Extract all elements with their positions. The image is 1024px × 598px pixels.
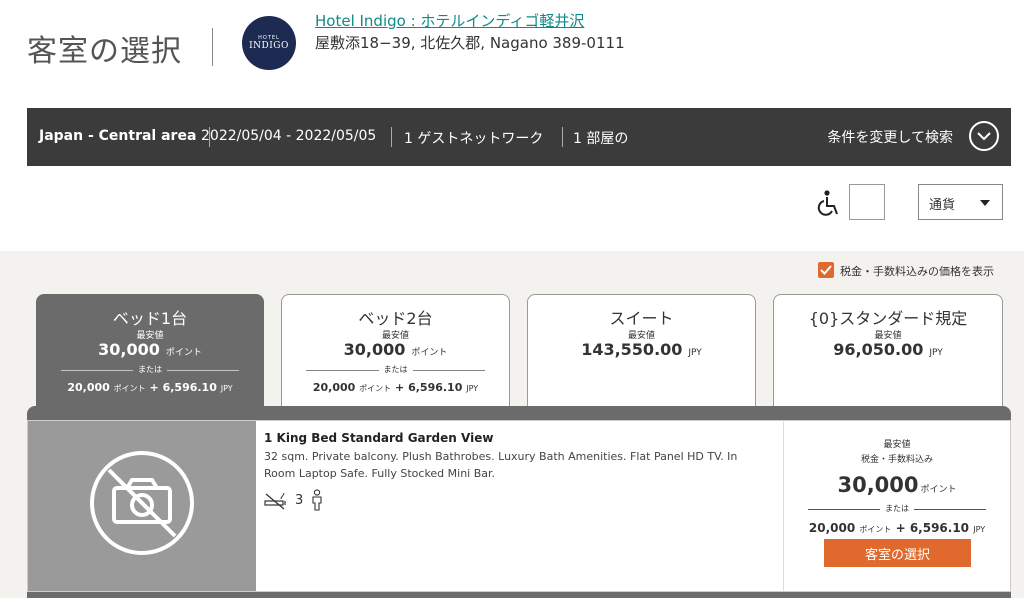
tab-name: ベッド2台 bbox=[358, 309, 433, 328]
room-price-panel: 最安値 税金・手数料込み 30,000 ポイント または 20,000 ポイント … bbox=[784, 421, 1010, 591]
chevron-down-icon bbox=[969, 121, 999, 151]
tab-price-unit: ポイント bbox=[165, 348, 202, 358]
combo-cash-unit: JPY bbox=[220, 384, 233, 393]
room-image-placeholder bbox=[28, 421, 256, 591]
tab-price-value: 30,000 bbox=[343, 340, 406, 359]
combo-points-unit: ポイント bbox=[859, 525, 892, 534]
combo-points: 20,000 bbox=[808, 521, 856, 535]
room-price-unit: ポイント bbox=[920, 485, 957, 495]
modify-search-label: 条件を変更して検索 bbox=[827, 130, 953, 146]
no-photo-icon bbox=[90, 451, 194, 555]
tab-or-divider: または bbox=[306, 364, 485, 376]
combo-points-unit: ポイント bbox=[359, 384, 392, 393]
combo-cash-unit: JPY bbox=[973, 525, 986, 534]
dropdown-arrow-icon bbox=[980, 200, 990, 206]
tax-included-label: 税金・手数料込み bbox=[860, 455, 933, 465]
hotel-logo: HOTEL INDIGO bbox=[242, 16, 296, 70]
room-title[interactable]: 1 King Bed Standard Garden View bbox=[264, 431, 493, 445]
tab-price: 30,000 ポイント bbox=[37, 340, 263, 359]
tab-or-label: または bbox=[133, 365, 167, 374]
page-title: 客室の選択 bbox=[27, 34, 182, 69]
combo-cash-unit: JPY bbox=[466, 384, 479, 393]
room-card: 1 King Bed Standard Garden View 32 sqm. … bbox=[27, 420, 1011, 592]
tab-name: ベッド1台 bbox=[112, 309, 188, 328]
search-separator bbox=[562, 127, 563, 147]
tab-combo-price: 20,000 ポイント + 6,596.10 JPY bbox=[37, 381, 263, 394]
combo-cash: 6,596.10 bbox=[162, 381, 217, 394]
currency-select[interactable]: 通貨 bbox=[918, 184, 1003, 220]
combo-cash: 6,596.10 bbox=[408, 381, 463, 394]
page-header: 客室の選択 HOTEL INDIGO Hotel Indigo : ホテルインデ… bbox=[0, 0, 1024, 100]
currency-select-value: 通貨 bbox=[929, 198, 956, 213]
tab-combo-price: 20,000 ポイント + 6,596.10 JPY bbox=[282, 381, 509, 394]
accessible-filter-checkbox[interactable] bbox=[849, 184, 885, 220]
room-info: 1 King Bed Standard Garden View 32 sqm. … bbox=[256, 421, 784, 591]
wheelchair-accessible-icon bbox=[815, 189, 841, 217]
tab-two-beds[interactable]: ベッド2台 最安値 30,000 ポイント または 20,000 ポイント + 6… bbox=[281, 294, 510, 409]
combo-plus: + bbox=[149, 381, 159, 394]
lowest-price-label: 最安値 bbox=[883, 440, 911, 450]
tab-price: 143,550.00 JPY bbox=[528, 340, 755, 359]
checked-checkbox-icon[interactable] bbox=[818, 262, 834, 278]
select-room-button[interactable]: 客室の選択 bbox=[824, 539, 971, 567]
room-price-value: 30,000 bbox=[837, 473, 919, 497]
tab-price: 96,050.00 JPY bbox=[774, 340, 1002, 359]
tab-price-value: 143,550.00 bbox=[581, 340, 683, 359]
tab-or-label: または bbox=[378, 365, 413, 374]
tab-price: 30,000 ポイント bbox=[282, 340, 509, 359]
tab-price-value: 30,000 bbox=[98, 340, 160, 359]
search-dates: 2022/05/04 - 2022/05/05 bbox=[201, 128, 377, 144]
hotel-name-link[interactable]: Hotel Indigo : ホテルインディゴ軽井沢 bbox=[315, 10, 584, 31]
modify-search-button[interactable]: 条件を変更して検索 bbox=[809, 121, 999, 153]
header-divider bbox=[212, 28, 213, 66]
tab-name: {0}スタンダード規定 bbox=[808, 309, 968, 328]
max-occupancy: 3 bbox=[295, 493, 304, 508]
tab-price-unit: ポイント bbox=[411, 348, 448, 358]
search-rooms: 1 部屋の bbox=[573, 131, 629, 147]
person-icon bbox=[312, 489, 322, 511]
combo-points-unit: ポイント bbox=[113, 384, 146, 393]
no-smoking-icon bbox=[264, 492, 286, 510]
room-description: 32 sqm. Private balcony. Plush Bathrobes… bbox=[264, 450, 738, 480]
tax-inclusive-toggle[interactable]: 税金・手数料込みの価格を表示 bbox=[818, 262, 1008, 280]
tab-price-unit: JPY bbox=[929, 348, 943, 358]
combo-points: 20,000 bbox=[312, 381, 356, 394]
combo-plus: + bbox=[395, 381, 405, 394]
tab-name: スイート bbox=[609, 309, 674, 328]
price-or-divider: または bbox=[808, 503, 986, 515]
room-price: 30,000 ポイント bbox=[784, 473, 1010, 497]
tab-one-bed[interactable]: ベッド1台 最安値 30,000 ポイント または 20,000 ポイント + 6… bbox=[36, 294, 264, 409]
combo-plus: + bbox=[895, 521, 906, 535]
tab-price-unit: JPY bbox=[688, 348, 702, 358]
search-area: Japan - Central area bbox=[39, 128, 197, 144]
tab-price-value: 96,050.00 bbox=[833, 340, 924, 359]
search-separator bbox=[391, 127, 392, 147]
combo-points: 20,000 bbox=[67, 381, 110, 394]
tab-suite[interactable]: スイート 最安値 143,550.00 JPY bbox=[527, 294, 756, 409]
room-combo-price: 20,000 ポイント + 6,596.10 JPY bbox=[784, 521, 1010, 535]
tab-standard-rate[interactable]: {0}スタンダード規定 最安値 96,050.00 JPY bbox=[773, 294, 1003, 409]
hotel-address: 屋敷添18−39, 北佐久郡, Nagano 389-0111 bbox=[315, 34, 625, 52]
price-or-label: または bbox=[880, 504, 914, 513]
tab-or-divider: または bbox=[61, 364, 239, 376]
search-guests: 1 ゲストネットワーク bbox=[404, 131, 544, 147]
search-summary-bar: Japan - Central area 2022/05/04 - 2022/0… bbox=[27, 108, 1011, 166]
tax-inclusive-label: 税金・手数料込みの価格を表示 bbox=[840, 265, 994, 278]
combo-cash: 6,596.10 bbox=[909, 521, 970, 535]
logo-text-bottom: INDIGO bbox=[249, 41, 289, 51]
